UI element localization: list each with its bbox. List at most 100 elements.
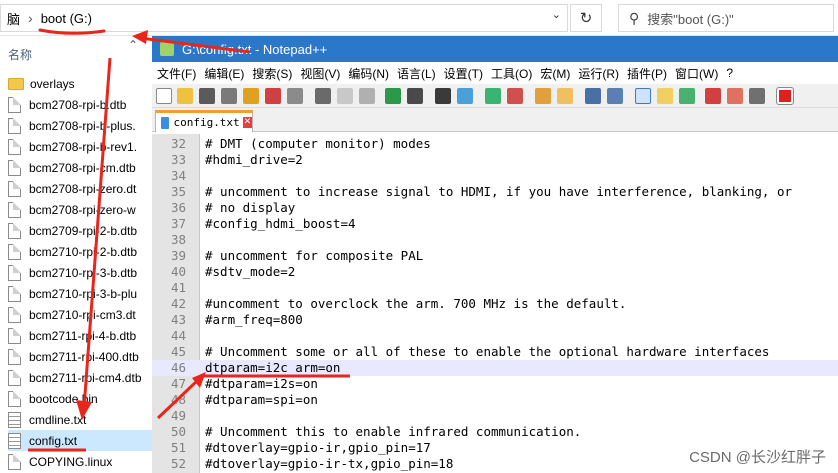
file-list-item[interactable]: bcm2708-rpi-zero-w bbox=[8, 199, 158, 220]
find-icon[interactable] bbox=[435, 88, 451, 104]
record-macro-icon[interactable] bbox=[776, 87, 794, 105]
code-line[interactable]: 42 #uncomment to overclock the arm. 700 M… bbox=[152, 296, 838, 312]
refresh-button[interactable]: ↻ bbox=[570, 4, 602, 32]
line-text[interactable]: #hdmi_drive=2 bbox=[205, 152, 303, 168]
line-text[interactable]: # uncomment for composite PAL bbox=[205, 248, 423, 264]
file-list-item[interactable]: COPYING.linux bbox=[8, 451, 158, 472]
line-text[interactable]: #config_hdmi_boost=4 bbox=[205, 216, 356, 232]
chevron-down-icon[interactable]: ⌄ bbox=[552, 8, 561, 21]
line-text[interactable]: #sdtv_mode=2 bbox=[205, 264, 295, 280]
line-text[interactable]: dtparam=i2c_arm=on bbox=[205, 360, 340, 376]
cut-icon[interactable] bbox=[315, 88, 331, 104]
file-list-item[interactable]: bcm2711-rpi-cm4.dtb bbox=[8, 367, 158, 388]
line-text[interactable]: #dtoverlay=gpio-ir,gpio_pin=17 bbox=[205, 440, 431, 456]
code-line[interactable]: 38 bbox=[152, 232, 838, 248]
line-text[interactable]: # Uncomment this to enable infrared comm… bbox=[205, 424, 581, 440]
file-list-item[interactable]: bcm2708-rpi-b-rev1. bbox=[8, 136, 158, 157]
close-tab-icon[interactable]: ✕ bbox=[242, 117, 252, 128]
code-line[interactable]: 36 # no display bbox=[152, 200, 838, 216]
file-list-item[interactable]: bcm2710-rpi-3-b.dtb bbox=[8, 262, 158, 283]
file-list-item[interactable]: bcm2708-rpi-b-plus. bbox=[8, 115, 158, 136]
menu-item[interactable]: 文件(F) bbox=[157, 65, 196, 82]
file-list-item[interactable]: bcm2708-rpi-zero.dt bbox=[8, 178, 158, 199]
file-list-item[interactable]: bootcode.bin bbox=[8, 388, 158, 409]
code-line[interactable]: 41 bbox=[152, 280, 838, 296]
file-list-item[interactable]: bcm2708-rpi-b.dtb bbox=[8, 94, 158, 115]
column-header-name[interactable]: 名称 bbox=[8, 46, 32, 63]
open-file-icon[interactable] bbox=[177, 88, 193, 104]
menu-item[interactable]: ? bbox=[726, 66, 733, 80]
address-bar[interactable]: 脑 › boot (G:) ⌄ bbox=[0, 4, 568, 32]
zoom-out-icon[interactable] bbox=[507, 88, 523, 104]
code-line[interactable]: 40 #sdtv_mode=2 bbox=[152, 264, 838, 280]
code-line[interactable]: 37 #config_hdmi_boost=4 bbox=[152, 216, 838, 232]
print-icon[interactable] bbox=[287, 88, 303, 104]
code-line[interactable]: 44 bbox=[152, 328, 838, 344]
new-file-icon[interactable] bbox=[156, 88, 172, 104]
show-all-chars-icon[interactable] bbox=[607, 88, 623, 104]
undo-icon[interactable] bbox=[385, 88, 401, 104]
menu-item[interactable]: 编辑(E) bbox=[204, 65, 244, 82]
line-text[interactable]: # no display bbox=[205, 200, 295, 216]
file-list-item[interactable]: bcm2710-rpi-cm3.dt bbox=[8, 304, 158, 325]
line-text[interactable]: #uncomment to overclock the arm. 700 MHz… bbox=[205, 296, 626, 312]
text-editor[interactable]: 32 # DMT (computer monitor) modes 33 #hdmi_… bbox=[152, 134, 838, 473]
menu-item[interactable]: 编码(N) bbox=[348, 65, 389, 82]
window-title-bar[interactable]: G:\config.txt - Notepad++ bbox=[152, 36, 838, 62]
save-icon[interactable] bbox=[199, 88, 215, 104]
folder-workspace-icon[interactable] bbox=[727, 88, 743, 104]
file-list-item[interactable]: config.txt bbox=[8, 430, 158, 451]
current-line[interactable]: 46 dtparam=i2c_arm=on bbox=[152, 360, 838, 376]
menu-item[interactable]: 语言(L) bbox=[397, 65, 436, 82]
code-line[interactable]: 33 #hdmi_drive=2 bbox=[152, 152, 838, 168]
zoom-in-icon[interactable] bbox=[485, 88, 501, 104]
code-line[interactable]: 48 #dtparam=spi=on bbox=[152, 392, 838, 408]
code-line[interactable]: 50 # Uncomment this to enable infrared co… bbox=[152, 424, 838, 440]
copy-icon[interactable] bbox=[337, 88, 353, 104]
menu-item[interactable]: 设置(T) bbox=[444, 65, 483, 82]
code-line[interactable]: 49 bbox=[152, 408, 838, 424]
file-list-item[interactable]: bcm2711-rpi-400.dtb bbox=[8, 346, 158, 367]
file-list-item[interactable]: bcm2710-rpi-2-b.dtb bbox=[8, 241, 158, 262]
line-text[interactable]: #dtparam=i2s=on bbox=[205, 376, 318, 392]
menu-item[interactable]: 插件(P) bbox=[627, 65, 667, 82]
monitoring-icon[interactable] bbox=[749, 88, 765, 104]
menu-item[interactable]: 运行(R) bbox=[578, 65, 619, 82]
close-file-icon[interactable] bbox=[243, 88, 259, 104]
save-all-icon[interactable] bbox=[221, 88, 237, 104]
tab-config-txt[interactable]: config.txt ✕ bbox=[155, 110, 253, 132]
menu-item[interactable]: 视图(V) bbox=[300, 65, 340, 82]
file-list-item[interactable]: bcm2710-rpi-3-b-plu bbox=[8, 283, 158, 304]
code-line[interactable]: 43 #arm_freq=800 bbox=[152, 312, 838, 328]
line-text[interactable]: # uncomment to increase signal to HDMI, … bbox=[205, 184, 792, 200]
line-text[interactable]: # DMT (computer monitor) modes bbox=[205, 136, 431, 152]
file-list-item[interactable]: bcm2708-rpi-cm.dtb bbox=[8, 157, 158, 178]
file-list-item[interactable]: cmdline.txt bbox=[8, 409, 158, 430]
close-all-icon[interactable] bbox=[265, 88, 281, 104]
sync-v-icon[interactable] bbox=[535, 88, 551, 104]
menu-item[interactable]: 窗口(W) bbox=[675, 65, 718, 82]
sync-h-icon[interactable] bbox=[557, 88, 573, 104]
code-line[interactable]: 32 # DMT (computer monitor) modes bbox=[152, 136, 838, 152]
breadcrumb-location[interactable]: boot (G:) bbox=[41, 11, 92, 26]
file-list-item[interactable]: overlays bbox=[8, 73, 158, 94]
doc-map-icon[interactable] bbox=[679, 88, 695, 104]
line-text[interactable]: #arm_freq=800 bbox=[205, 312, 303, 328]
sort-chevron-up-icon[interactable]: ⌃ bbox=[128, 38, 138, 52]
line-text[interactable]: #dtparam=spi=on bbox=[205, 392, 318, 408]
code-line[interactable]: 35 # uncomment to increase signal to HDMI… bbox=[152, 184, 838, 200]
breadcrumb-root[interactable]: 脑 bbox=[7, 9, 20, 28]
replace-icon[interactable] bbox=[457, 88, 473, 104]
udl-icon[interactable] bbox=[657, 88, 673, 104]
file-list-item[interactable]: bcm2709-rpi-2-b.dtb bbox=[8, 220, 158, 241]
code-line[interactable]: 34 bbox=[152, 168, 838, 184]
menu-item[interactable]: 搜索(S) bbox=[252, 65, 292, 82]
line-text[interactable]: #dtoverlay=gpio-ir-tx,gpio_pin=18 bbox=[205, 456, 453, 472]
redo-icon[interactable] bbox=[407, 88, 423, 104]
code-line[interactable]: 47 #dtparam=i2s=on bbox=[152, 376, 838, 392]
menu-item[interactable]: 工具(O) bbox=[491, 65, 532, 82]
code-line[interactable]: 39 # uncomment for composite PAL bbox=[152, 248, 838, 264]
line-text[interactable]: # Uncomment some or all of these to enab… bbox=[205, 344, 769, 360]
code-line[interactable]: 45 # Uncomment some or all of these to en… bbox=[152, 344, 838, 360]
menu-item[interactable]: 宏(M) bbox=[540, 65, 570, 82]
